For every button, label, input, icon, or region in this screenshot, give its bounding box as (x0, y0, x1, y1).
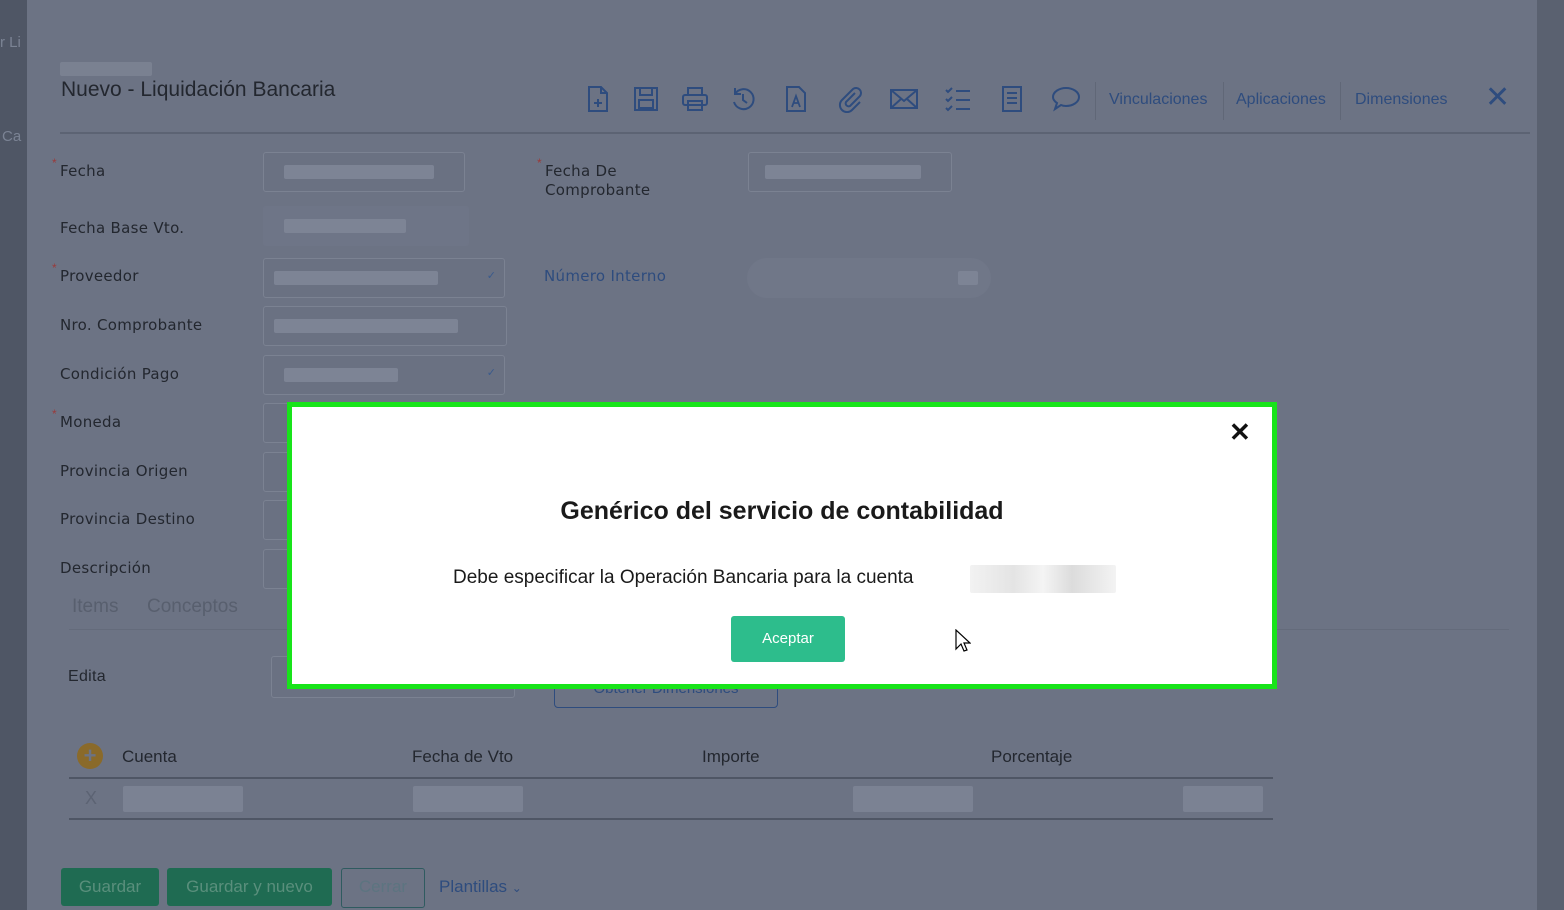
report-icon[interactable] (997, 84, 1027, 114)
toolbar-link-dimensiones[interactable]: Dimensiones (1355, 91, 1447, 109)
page-title: Nuevo - Liquidación Bancaria (61, 78, 336, 101)
fecha-comprobante-input[interactable] (748, 152, 952, 192)
required-mark: * (537, 156, 542, 170)
label-fecha: Fecha (60, 162, 106, 180)
table-header-cuenta: Cuenta (122, 747, 177, 766)
label-nro-comprobante: Nro. Comprobante (60, 316, 203, 334)
label-fecha-comprobante: Fecha De Comprobante (545, 162, 651, 199)
cerrar-button[interactable]: Cerrar (341, 868, 425, 908)
table-cell-cuenta (123, 786, 243, 812)
required-mark: * (52, 156, 57, 170)
label-numero-interno: Número Interno (544, 267, 667, 285)
table-header-importe: Importe (702, 747, 760, 766)
dialog-message: Debe especificar la Operación Bancaria p… (453, 567, 914, 588)
tab-items[interactable]: Items (72, 596, 118, 618)
background-left-strip: r Li Ca (0, 0, 27, 910)
error-dialog: ✕ Genérico del servicio de contabilidad … (287, 402, 1277, 689)
label-edita: Edita (68, 668, 106, 685)
mouse-cursor-icon (955, 628, 972, 658)
header-divider (60, 132, 1530, 134)
fecha-base-vto-field (263, 206, 469, 246)
dialog-close-icon[interactable]: ✕ (1229, 417, 1251, 448)
toolbar-separator (1095, 82, 1096, 120)
label-moneda: Moneda (60, 413, 122, 431)
table-cell-importe (853, 786, 973, 812)
guardar-button[interactable]: Guardar (61, 868, 159, 906)
table-header-divider (69, 777, 1273, 779)
toolbar-separator (1223, 82, 1224, 120)
checklist-icon[interactable] (943, 84, 973, 114)
background-fragment: r Li (0, 34, 21, 51)
toolbar-separator (1340, 82, 1341, 120)
background-fragment: Ca (2, 128, 22, 145)
label-proveedor: Proveedor (60, 267, 139, 285)
tab-conceptos[interactable]: Conceptos (147, 596, 238, 618)
label-fecha-base-vto: Fecha Base Vto. (60, 219, 185, 237)
label-condicion-pago: Condición Pago (60, 365, 180, 383)
table-cell-fecha-vto (413, 786, 523, 812)
proveedor-select[interactable]: ✓ (263, 258, 505, 298)
required-mark: * (52, 261, 57, 275)
attachment-icon[interactable] (835, 84, 865, 114)
add-row-icon[interactable]: + (77, 743, 103, 769)
remove-row-icon[interactable]: X (85, 788, 97, 809)
table-cell-porcentaje (1183, 786, 1263, 812)
background-right-strip (1537, 0, 1564, 910)
save-icon[interactable] (631, 84, 661, 114)
history-icon[interactable] (728, 84, 758, 114)
chevron-down-icon: ✓ (486, 367, 496, 379)
dialog-title: Genérico del servicio de contabilidad (560, 497, 1004, 525)
table-row-divider (69, 818, 1273, 820)
form-close-icon[interactable]: ✕ (1485, 80, 1510, 115)
chevron-down-icon: ✓ (486, 270, 496, 282)
toolbar-link-aplicaciones[interactable]: Aplicaciones (1236, 91, 1326, 109)
plantillas-label: Plantillas (439, 877, 508, 896)
label-provincia-destino: Provincia Destino (60, 510, 196, 528)
chevron-down-icon: ⌄ (511, 881, 522, 895)
redacted-breadcrumb (60, 62, 152, 76)
aceptar-button[interactable]: Aceptar (731, 616, 845, 662)
text-document-icon[interactable] (781, 84, 811, 114)
label-descripcion: Descripción (60, 559, 152, 577)
print-icon[interactable] (680, 84, 710, 114)
fecha-input[interactable] (263, 152, 465, 192)
email-icon[interactable] (889, 84, 919, 114)
numero-interno-field (747, 258, 991, 298)
new-document-icon[interactable] (583, 84, 613, 114)
redacted-account (970, 565, 1116, 593)
toolbar-link-vinculaciones[interactable]: Vinculaciones (1109, 91, 1207, 109)
plantillas-dropdown[interactable]: Plantillas ⌄ (439, 877, 522, 897)
comment-icon[interactable] (1051, 84, 1081, 114)
guardar-y-nuevo-button[interactable]: Guardar y nuevo (167, 868, 332, 906)
table-header-porcentaje: Porcentaje (991, 747, 1073, 766)
label-provincia-origen: Provincia Origen (60, 462, 188, 480)
required-mark: * (52, 407, 57, 421)
condicion-pago-select[interactable]: ✓ (263, 355, 505, 395)
nro-comprobante-input[interactable] (263, 306, 507, 346)
table-header-fecha-vto: Fecha de Vto (412, 747, 514, 766)
